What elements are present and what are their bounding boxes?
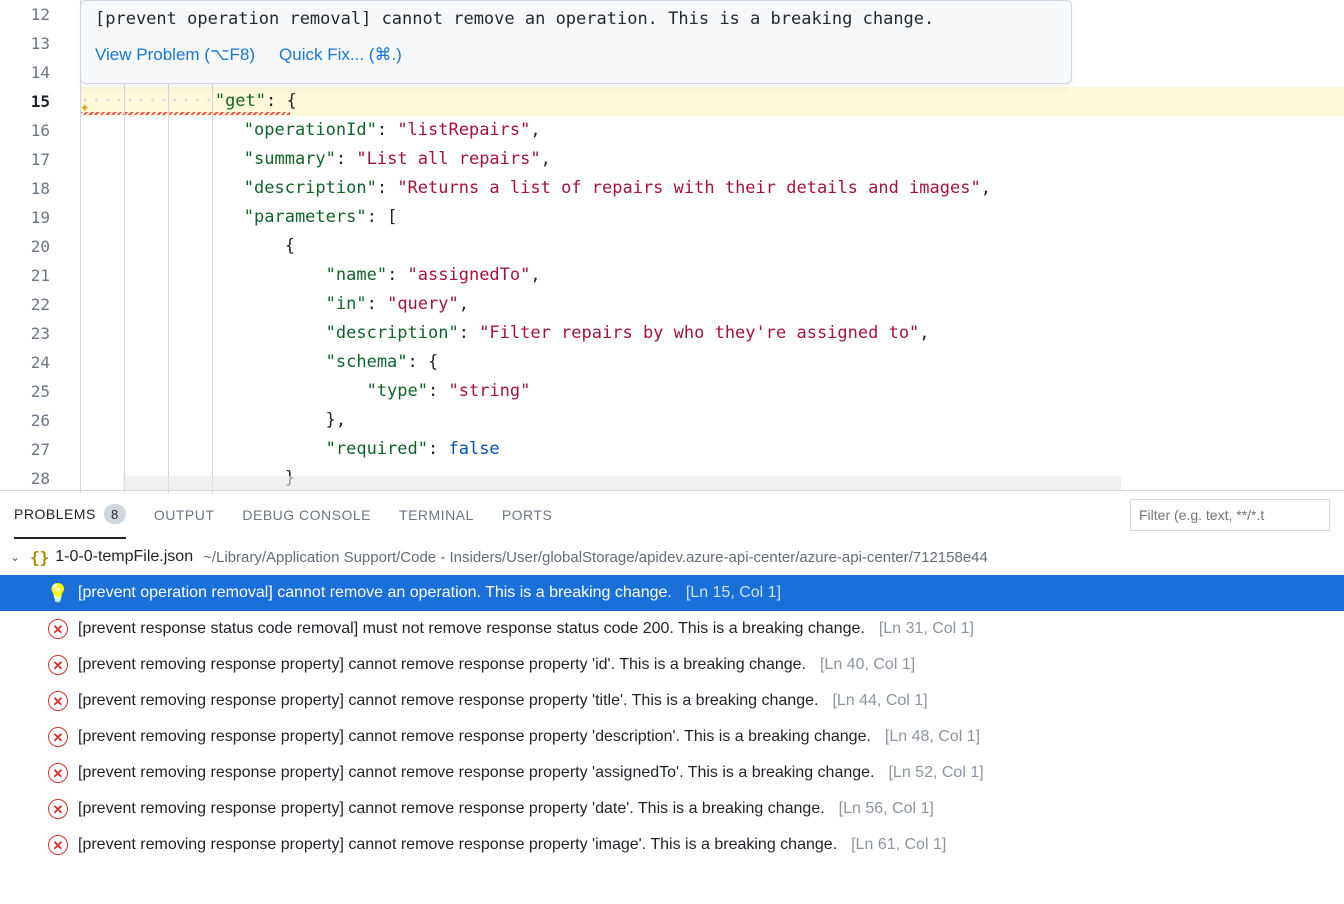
problem-message: [prevent removing response property] can…: [78, 656, 806, 674]
editor-area[interactable]: [prevent operation removal] cannot remov…: [0, 0, 1344, 490]
line-number: 28: [0, 464, 80, 493]
error-icon: ✕: [48, 655, 68, 675]
code-line[interactable]: "in": "query",: [80, 290, 1344, 319]
problem-location: [Ln 61, Col 1]: [851, 836, 946, 854]
line-number: 16: [0, 116, 80, 145]
problem-message: [prevent response status code removal] m…: [78, 620, 865, 638]
error-icon: ✕: [48, 763, 68, 783]
code-line[interactable]: "operationId": "listRepairs",: [80, 116, 1344, 145]
problem-row[interactable]: 💡 [prevent operation removal] cannot remo…: [0, 575, 1344, 611]
problem-location: [Ln 52, Col 1]: [888, 764, 983, 782]
problems-count-badge: 8: [104, 504, 126, 524]
tab-terminal[interactable]: TERMINAL: [399, 491, 474, 539]
hover-message: [prevent operation removal] cannot remov…: [81, 1, 1071, 37]
line-number: 21: [0, 261, 80, 290]
line-number: 13: [0, 29, 80, 58]
problems-list: ⌄ {} 1-0-0-tempFile.json ~/Library/Appli…: [0, 539, 1344, 904]
problem-message: [prevent removing response property] can…: [78, 764, 874, 782]
tab-problems[interactable]: PROBLEMS 8: [14, 491, 126, 539]
line-number: 20: [0, 232, 80, 261]
code-line[interactable]: "required": false: [80, 435, 1344, 464]
problem-row[interactable]: ✕ [prevent removing response property] ca…: [0, 719, 1344, 755]
view-problem-link[interactable]: View Problem (⌥F8): [95, 45, 255, 65]
error-icon: ✕: [48, 835, 68, 855]
code-line[interactable]: "description": "Returns a list of repair…: [80, 174, 1344, 203]
line-number: 27: [0, 435, 80, 464]
hover-tooltip: [prevent operation removal] cannot remov…: [80, 0, 1072, 84]
code-line[interactable]: "parameters": [: [80, 203, 1344, 232]
line-number: 19: [0, 203, 80, 232]
line-number: 18: [0, 174, 80, 203]
problem-location: [Ln 44, Col 1]: [832, 692, 927, 710]
problem-location: [Ln 56, Col 1]: [839, 800, 934, 818]
bottom-panel: PROBLEMS 8 OUTPUT DEBUG CONSOLE TERMINAL…: [0, 490, 1344, 904]
line-number: 17: [0, 145, 80, 174]
problems-file-path: ~/Library/Application Support/Code - Ins…: [203, 549, 988, 566]
line-number: 15: [0, 87, 80, 116]
problem-row[interactable]: ✕ [prevent response status code removal] …: [0, 611, 1344, 647]
error-icon: ✕: [48, 799, 68, 819]
tab-ports[interactable]: PORTS: [502, 491, 552, 539]
line-number: 25: [0, 377, 80, 406]
json-file-icon: {}: [30, 548, 49, 567]
problem-row[interactable]: ✕ [prevent removing response property] ca…: [0, 683, 1344, 719]
line-number: 12: [0, 0, 80, 29]
problem-row[interactable]: ✕ [prevent removing response property] ca…: [0, 827, 1344, 863]
problems-file-row[interactable]: ⌄ {} 1-0-0-tempFile.json ~/Library/Appli…: [0, 539, 1344, 575]
code-line[interactable]: {: [80, 232, 1344, 261]
code-line[interactable]: ✦············"get": {: [80, 87, 1344, 116]
error-squiggle: [80, 112, 290, 115]
problem-row[interactable]: ✕ [prevent removing response property] ca…: [0, 755, 1344, 791]
chevron-down-icon[interactable]: ⌄: [10, 550, 24, 564]
error-icon: ✕: [48, 619, 68, 639]
code-line[interactable]: "name": "assignedTo",: [80, 261, 1344, 290]
line-number: 26: [0, 406, 80, 435]
code-line[interactable]: "type": "string": [80, 377, 1344, 406]
problem-message: [prevent removing response property] can…: [78, 836, 837, 854]
code-line[interactable]: },: [80, 406, 1344, 435]
tab-output[interactable]: OUTPUT: [154, 491, 215, 539]
problem-location: [Ln 40, Col 1]: [820, 656, 915, 674]
code-line[interactable]: "description": "Filter repairs by who th…: [80, 319, 1344, 348]
problems-file-name: 1-0-0-tempFile.json: [55, 548, 193, 566]
line-number: 24: [0, 348, 80, 377]
line-number: 14: [0, 58, 80, 87]
problem-message: [prevent operation removal] cannot remov…: [78, 584, 672, 602]
problem-location: [Ln 31, Col 1]: [879, 620, 974, 638]
problems-filter-input[interactable]: [1130, 499, 1330, 531]
tab-problems-label: PROBLEMS: [14, 506, 96, 522]
problem-row[interactable]: ✕ [prevent removing response property] ca…: [0, 791, 1344, 827]
error-icon: ✕: [48, 691, 68, 711]
quick-fix-link[interactable]: Quick Fix... (⌘.): [279, 45, 402, 65]
line-number-gutter: 1213141516171819202122232425262728: [0, 0, 80, 493]
line-number: 22: [0, 290, 80, 319]
panel-tabs: PROBLEMS 8 OUTPUT DEBUG CONSOLE TERMINAL…: [0, 491, 1344, 539]
tab-debug-console[interactable]: DEBUG CONSOLE: [242, 491, 371, 539]
error-icon: ✕: [48, 727, 68, 747]
problem-message: [prevent removing response property] can…: [78, 692, 818, 710]
problem-message: [prevent removing response property] can…: [78, 800, 825, 818]
problem-message: [prevent removing response property] can…: [78, 728, 871, 746]
lightbulb-icon: 💡: [48, 583, 68, 603]
code-line[interactable]: "summary": "List all repairs",: [80, 145, 1344, 174]
code-line[interactable]: "schema": {: [80, 348, 1344, 377]
horizontal-scrollbar[interactable]: [123, 476, 1121, 490]
problem-location: [Ln 48, Col 1]: [885, 728, 980, 746]
line-number: 23: [0, 319, 80, 348]
problem-row[interactable]: ✕ [prevent removing response property] ca…: [0, 647, 1344, 683]
problem-location: [Ln 15, Col 1]: [686, 584, 781, 602]
